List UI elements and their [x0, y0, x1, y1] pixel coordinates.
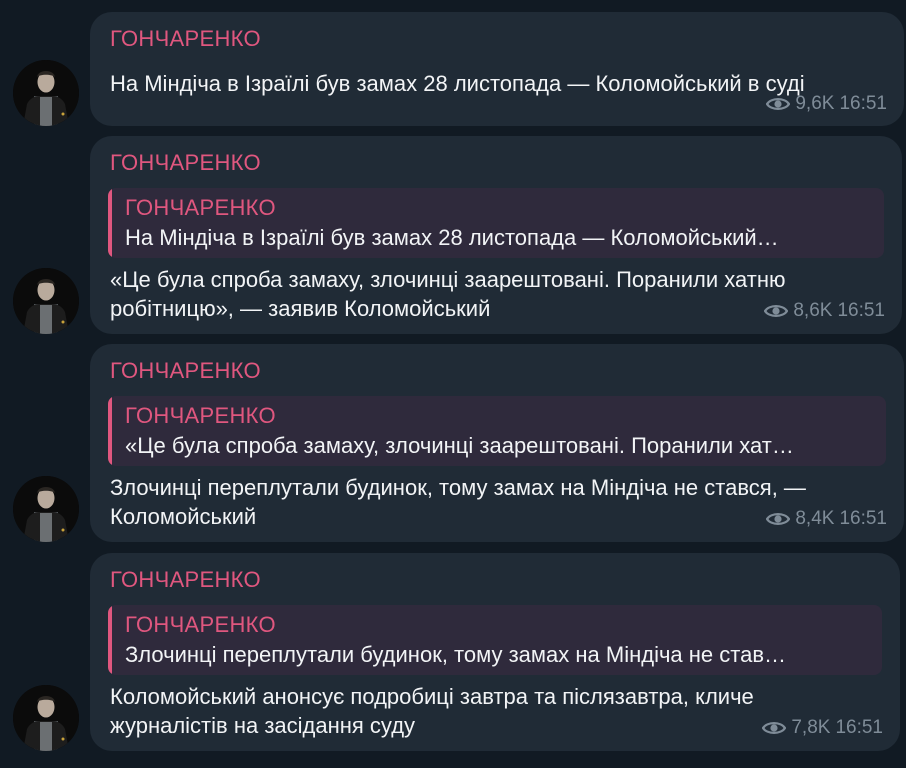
reply-sender: ГОНЧАРЕНКО — [125, 612, 276, 637]
message-text-line: Коломойський анонсує подробиці завтра та… — [110, 684, 754, 709]
message-time: 16:51 — [835, 717, 883, 738]
sender-avatar[interactable] — [13, 60, 79, 126]
message-meta: 8,4K 16:51 — [766, 508, 887, 530]
message-meta: 7,8K 16:51 — [762, 717, 883, 739]
message-meta: 8,6K 16:51 — [764, 300, 885, 322]
view-count: 8,6K — [793, 300, 833, 321]
sender-name[interactable]: ГОНЧАРЕНКО — [110, 567, 261, 593]
eye-icon — [762, 722, 787, 734]
message-bubble[interactable]: ГОНЧАРЕНКО ГОНЧАРЕНКО На Міндіча в Ізраї… — [90, 136, 902, 334]
message-bubble[interactable]: ГОНЧАРЕНКО На Міндіча в Ізраїлі був зама… — [90, 12, 904, 126]
view-count: 8,4K — [795, 508, 835, 529]
reply-quote-bar — [108, 605, 112, 675]
reply-text: «Це була спроба замаху, злочинці заарешт… — [125, 433, 794, 458]
sender-name[interactable]: ГОНЧАРЕНКО — [110, 358, 261, 384]
message-bubble[interactable]: ГОНЧАРЕНКО ГОНЧАРЕНКО Злочинці переплута… — [90, 553, 900, 751]
sender-name[interactable]: ГОНЧАРЕНКО — [110, 150, 261, 176]
chat-history[interactable]: ГОНЧАРЕНКО На Міндіча в Ізраїлі був зама… — [0, 0, 906, 768]
view-count: 7,8K — [791, 717, 831, 738]
reply-sender: ГОНЧАРЕНКО — [125, 403, 276, 428]
eye-icon — [766, 98, 791, 110]
message-text-line: Злочинці переплутали будинок, тому замах… — [110, 475, 806, 500]
message-meta: 9,6K 16:51 — [766, 93, 887, 115]
eye-icon — [764, 305, 789, 317]
message-time: 16:51 — [839, 93, 887, 114]
reply-text: На Міндіча в Ізраїлі був замах 28 листоп… — [125, 225, 779, 250]
message-time: 16:51 — [839, 508, 887, 529]
reply-text: Злочинці переплутали будинок, тому замах… — [125, 642, 787, 667]
eye-icon — [766, 513, 791, 525]
reply-quote-bar — [108, 188, 112, 258]
message-bubble[interactable]: ГОНЧАРЕНКО ГОНЧАРЕНКО «Це була спроба за… — [90, 344, 904, 542]
message-text-line: «Це була спроба замаху, злочинці заарешт… — [110, 267, 786, 292]
view-count: 9,6K — [795, 93, 835, 114]
sender-avatar[interactable] — [13, 268, 79, 334]
sender-avatar[interactable] — [13, 685, 79, 751]
message-text-line: Коломойський — [110, 504, 257, 529]
reply-quote[interactable]: ГОНЧАРЕНКО «Це була спроба замаху, злочи… — [108, 396, 886, 466]
reply-quote[interactable]: ГОНЧАРЕНКО Злочинці переплутали будинок,… — [108, 605, 882, 675]
sender-avatar[interactable] — [13, 476, 79, 542]
reply-sender: ГОНЧАРЕНКО — [125, 195, 276, 220]
reply-quote-bar — [108, 396, 112, 466]
message-time: 16:51 — [837, 300, 885, 321]
message-text-line: журналістів на засідання суду — [110, 713, 416, 738]
message-text-line: робітницю», — заявив Коломойський — [110, 296, 491, 321]
message-text-line: На Міндіча в Ізраїлі був замах 28 листоп… — [110, 71, 805, 96]
sender-name[interactable]: ГОНЧАРЕНКО — [110, 26, 261, 52]
reply-quote[interactable]: ГОНЧАРЕНКО На Міндіча в Ізраїлі був зама… — [108, 188, 884, 258]
